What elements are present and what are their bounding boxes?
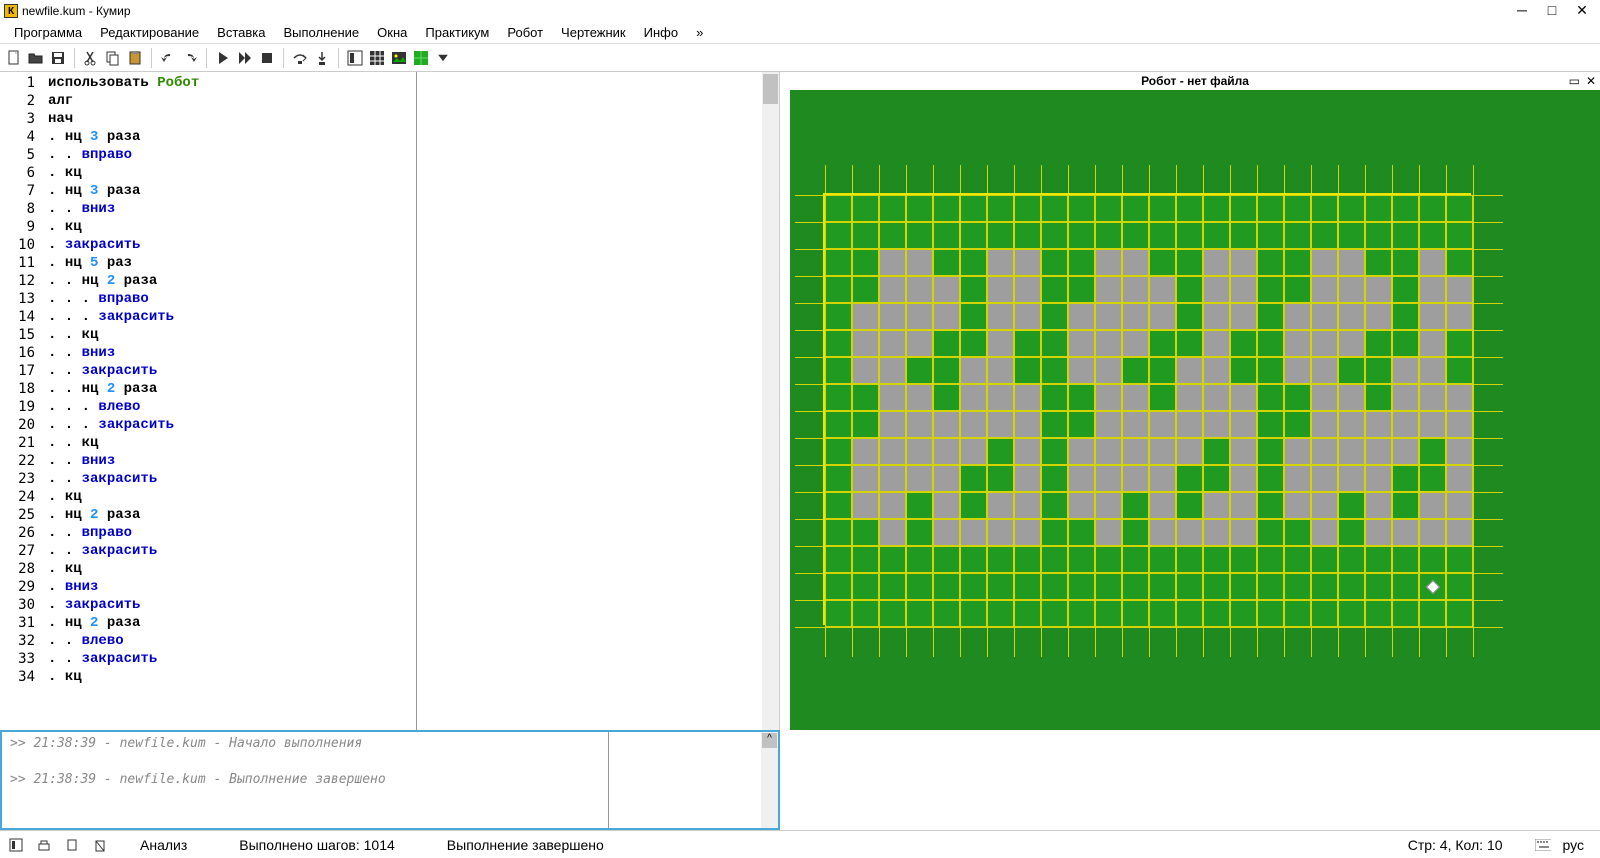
run-icon[interactable]	[213, 48, 233, 68]
menu-item-1[interactable]: Редактирование	[92, 23, 207, 42]
menu-item-4[interactable]: Окна	[369, 23, 415, 42]
close-button[interactable]: ✕	[1576, 5, 1588, 17]
grid2-icon[interactable]	[367, 48, 387, 68]
code-editor[interactable]: использовать Роботалгнач. нц 3 раза. . в…	[42, 72, 416, 730]
robot-pane: Робот - нет файла ▭ ✕	[780, 72, 1600, 730]
editor-scrollbar[interactable]	[762, 72, 779, 730]
paste-icon[interactable]	[125, 48, 145, 68]
step-into-icon[interactable]	[312, 48, 332, 68]
menu-item-6[interactable]: Робот	[499, 23, 551, 42]
step-over-icon[interactable]	[290, 48, 310, 68]
app-icon: К	[4, 4, 18, 18]
run-fast-icon[interactable]	[235, 48, 255, 68]
menu-item-2[interactable]: Вставка	[209, 23, 273, 42]
status-state: Выполнение завершено	[427, 837, 624, 853]
menu-item-0[interactable]: Программа	[6, 23, 90, 42]
keyboard-icon[interactable]	[1535, 837, 1551, 853]
cut-icon[interactable]	[81, 48, 101, 68]
console-right: ^	[609, 732, 778, 828]
sb-icon4[interactable]	[92, 837, 108, 853]
console-area: >> 21:38:39 - newfile.kum - Начало выпол…	[0, 730, 780, 830]
console-output[interactable]: >> 21:38:39 - newfile.kum - Начало выпол…	[2, 732, 609, 828]
new-file-icon[interactable]	[4, 48, 24, 68]
menu-item-3[interactable]: Выполнение	[275, 23, 367, 42]
undo-icon[interactable]	[158, 48, 178, 68]
editor-pane: 1234567891011121314151617181920212223242…	[0, 72, 780, 730]
grid1-icon[interactable]	[345, 48, 365, 68]
line-gutter: 1234567891011121314151617181920212223242…	[0, 72, 42, 730]
menu-item-8[interactable]: Инфо	[636, 23, 686, 42]
maximize-button[interactable]: □	[1546, 5, 1558, 17]
stop-icon[interactable]	[257, 48, 277, 68]
status-lang[interactable]: рус	[1563, 837, 1592, 853]
robot-close-icon[interactable]: ✕	[1586, 74, 1596, 88]
minimize-button[interactable]: ─	[1516, 5, 1528, 17]
copy-icon[interactable]	[103, 48, 123, 68]
titlebar: К newfile.kum - Кумир ─ □ ✕	[0, 0, 1600, 22]
status-steps: Выполнено шагов: 1014	[219, 837, 415, 853]
image-icon[interactable]	[389, 48, 409, 68]
menu-item-5[interactable]: Практикум	[417, 23, 497, 42]
menu-item-7[interactable]: Чертежник	[553, 23, 634, 42]
status-analysis: Анализ	[120, 837, 207, 853]
toolbar	[0, 44, 1600, 72]
statusbar: Анализ Выполнено шагов: 1014 Выполнение …	[0, 830, 1600, 858]
redo-icon[interactable]	[180, 48, 200, 68]
dropdown-icon[interactable]	[433, 48, 453, 68]
sb-icon2[interactable]	[36, 837, 52, 853]
green-grid-icon[interactable]	[411, 48, 431, 68]
sb-icon1[interactable]	[8, 837, 24, 853]
open-file-icon[interactable]	[26, 48, 46, 68]
status-position: Стр: 4, Кол: 10	[1388, 837, 1523, 853]
window-title: newfile.kum - Кумир	[22, 4, 131, 18]
sb-icon3[interactable]	[64, 837, 80, 853]
robot-maximize-icon[interactable]: ▭	[1569, 74, 1580, 88]
menu-item-9[interactable]: »	[688, 23, 711, 42]
editor-margin	[417, 72, 779, 730]
robot-title-text: Робот - нет файла	[1141, 74, 1249, 88]
robot-title-bar: Робот - нет файла ▭ ✕	[790, 72, 1600, 90]
console-scrollbar[interactable]: ^	[761, 732, 778, 828]
robot-canvas[interactable]	[790, 90, 1600, 730]
menubar: ПрограммаРедактированиеВставкаВыполнение…	[0, 22, 1600, 44]
save-file-icon[interactable]	[48, 48, 68, 68]
